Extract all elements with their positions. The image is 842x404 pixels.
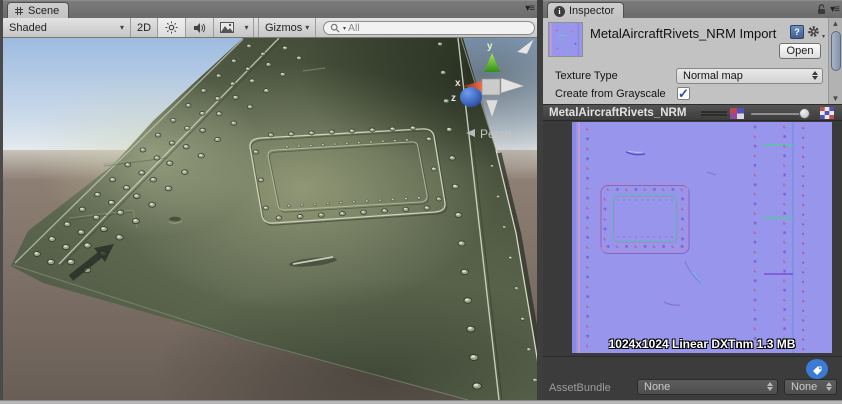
help-icon[interactable]: ? (790, 25, 804, 39)
normal-map-preview[interactable] (572, 122, 832, 353)
gizmo-z-label: z (451, 93, 456, 104)
rgb-channels-icon[interactable] (730, 108, 744, 119)
scene-panel: Scene ▾≡ Shaded ▾ 2D ▾ Gizmos ▾ ▾ All y … (0, 0, 540, 400)
search-filter-caret-icon[interactable]: ▾ (343, 25, 346, 32)
scene-toolbar: Shaded ▾ 2D ▾ Gizmos ▾ ▾ All (3, 18, 537, 38)
image-icon (220, 22, 234, 33)
chevron-down-icon: ▾ (305, 23, 310, 32)
scene-viewport-3d[interactable]: y x z Persp (3, 38, 540, 400)
gear-icon (808, 26, 819, 37)
lighting-toggle-button[interactable] (158, 18, 186, 37)
grid-icon (15, 7, 23, 15)
create-from-grayscale-checkbox[interactable]: ✓ (677, 87, 690, 100)
dropdown-arrows-icon (812, 71, 818, 80)
texture-type-dropdown[interactable]: Normal map (676, 68, 823, 84)
inspector-panel-menu-icon[interactable]: ▾≡ (830, 4, 840, 15)
preview-title: MetalAircraftRivets_NRM (549, 107, 687, 119)
effects-dropdown[interactable]: ▾ (240, 18, 254, 37)
texture-info-text: 1024x1024 Linear DXTnm 1.3 MB (608, 337, 796, 351)
shading-mode-dropdown[interactable]: Shaded ▾ (3, 18, 131, 37)
gizmo-x-label: x (455, 78, 461, 89)
texture-preview-area[interactable]: 1024x1024 Linear DXTnm 1.3 MB (543, 121, 842, 356)
chevron-down-icon: ▾ (821, 34, 825, 40)
texture-type-label: Texture Type (555, 70, 618, 82)
search-input[interactable] (348, 22, 528, 34)
lock-icon[interactable] (816, 3, 827, 15)
chevron-down-icon: ▾ (244, 23, 249, 32)
chevron-down-icon: ▾ (119, 23, 124, 32)
sun-icon (165, 21, 178, 34)
shading-mode-label: Shaded (9, 21, 47, 34)
inspector-scrollbar[interactable]: ▲ ▼ (828, 18, 842, 104)
drag-handle-icon[interactable] (701, 111, 727, 116)
preview-header[interactable]: MetalAircraftRivets_NRM (543, 104, 842, 121)
dropdown-arrows-icon (767, 382, 773, 391)
gizmos-dropdown[interactable]: Gizmos ▾ (258, 18, 317, 37)
open-button[interactable]: Open (779, 43, 821, 59)
inspector-tab-label: Inspector (569, 5, 615, 17)
toggle-2d-button[interactable]: 2D (131, 18, 158, 37)
alpha-checker-icon[interactable] (820, 107, 834, 119)
effects-toggle-button[interactable] (214, 18, 240, 37)
settings-gear-dropdown[interactable]: ▾ (807, 25, 825, 40)
checkmark-icon: ✓ (678, 86, 689, 101)
grayscale-row: Create from Grayscale ✓ (543, 86, 842, 102)
unity-editor-window: Scene ▾≡ Shaded ▾ 2D ▾ Gizmos ▾ ▾ All y … (0, 0, 842, 404)
asset-title: MetalAircraftRivets_NRM Import (590, 26, 777, 41)
scene-search-field[interactable]: ▾ (323, 21, 535, 35)
access-plate (249, 125, 448, 226)
scroll-down-icon[interactable]: ▼ (829, 94, 842, 103)
scene-tabbar: Scene ▾≡ (3, 0, 537, 19)
inspector-panel: i Inspector ▾≡ MetalAircraftRivets_NRM I… (543, 0, 842, 400)
gizmos-label: Gizmos (265, 21, 303, 34)
info-icon: i (554, 5, 565, 17)
asset-bundle-dropdown[interactable]: None (637, 379, 778, 395)
search-icon (330, 23, 340, 33)
asset-variant-dropdown[interactable]: None (784, 379, 837, 395)
create-from-grayscale-label: Create from Grayscale (555, 88, 666, 100)
audio-toggle-button[interactable] (186, 18, 214, 37)
asset-bundle-label: AssetBundle (549, 382, 611, 394)
speaker-icon (194, 22, 206, 33)
scrollbar-thumb[interactable] (830, 31, 841, 71)
scene-tab-label: Scene (28, 5, 60, 17)
texture-thumbnail[interactable] (548, 22, 583, 57)
projection-label[interactable]: Persp (480, 127, 512, 141)
scene-panel-menu-icon[interactable]: ▾≡ (525, 3, 535, 14)
inspector-tabbar: i Inspector ▾≡ (543, 0, 842, 19)
mip-slider-knob[interactable] (799, 108, 810, 119)
texture-type-row: Texture Type Normal map (543, 68, 842, 84)
window-bottom-edge (0, 400, 842, 404)
tab-scene[interactable]: Scene (7, 2, 70, 19)
scroll-up-icon[interactable]: ▲ (829, 19, 842, 28)
gizmo-y-label: y (487, 41, 493, 52)
dropdown-arrows-icon (826, 382, 832, 391)
texture-import-header: MetalAircraftRivets_NRM Import ? ▾ Open … (543, 18, 842, 104)
asset-label-tag-icon[interactable] (806, 359, 828, 379)
tab-inspector[interactable]: i Inspector (547, 2, 625, 19)
gizmo-z-cone[interactable] (460, 87, 482, 107)
asset-bundle-section: AssetBundle None None (543, 356, 842, 400)
